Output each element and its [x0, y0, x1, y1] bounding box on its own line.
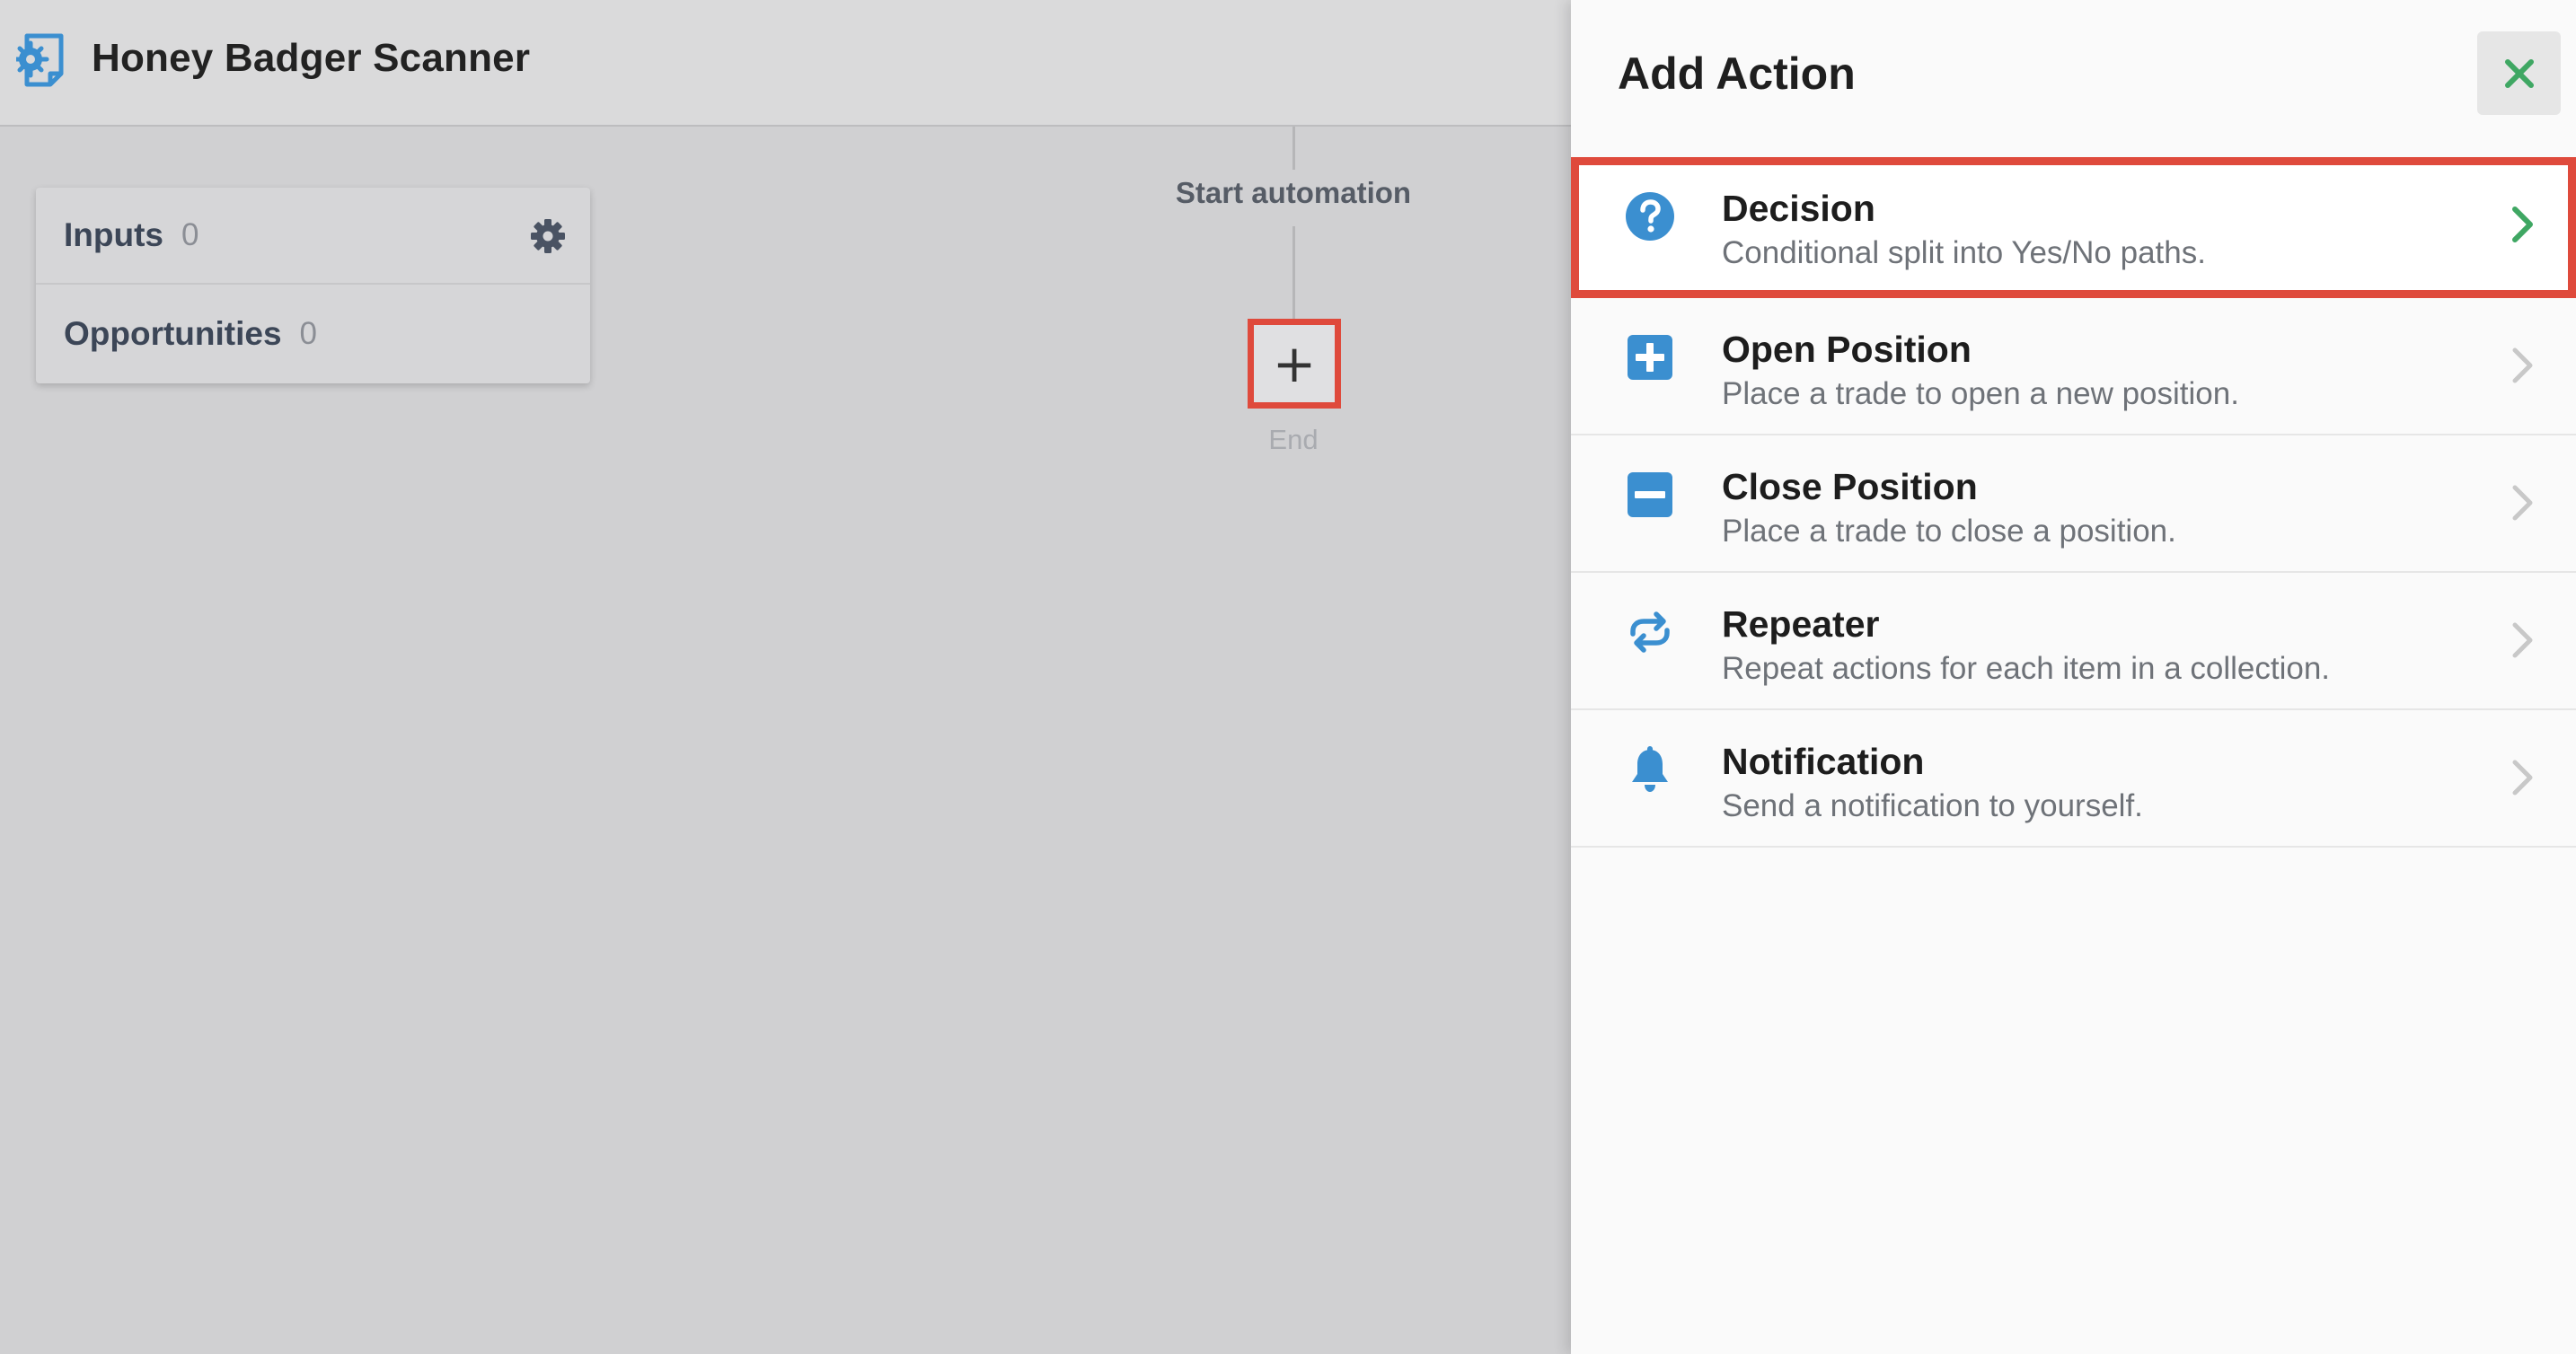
top-bar: Honey Badger Scanner [0, 0, 1571, 127]
opportunities-row[interactable]: Opportunities 0 [36, 286, 590, 382]
chevron-right-icon [2512, 760, 2533, 796]
action-item-notification[interactable]: Notification Send a notification to your… [1571, 710, 2576, 848]
action-title-repeater: Repeater [1722, 603, 1880, 645]
action-title-notification: Notification [1722, 741, 1925, 782]
chevron-right-icon [2512, 207, 2533, 242]
action-item-open-position[interactable]: Open Position Place a trade to open a ne… [1571, 298, 2576, 435]
chevron-right-icon [2512, 622, 2533, 658]
end-label: End [1268, 424, 1319, 455]
action-desc-repeater: Repeat actions for each item in a collec… [1722, 651, 2331, 686]
info-card: Inputs 0 Opportunities 0 [36, 188, 590, 383]
action-desc-close-position: Place a trade to close a position. [1722, 514, 2176, 549]
chevron-right-icon [2512, 347, 2533, 383]
minus-square-icon [1628, 472, 1672, 517]
close-icon [2504, 58, 2534, 88]
question-circle-icon [1626, 192, 1674, 241]
action-desc-open-position: Place a trade to open a new position. [1722, 376, 2239, 411]
flow-connector-middle [1292, 226, 1295, 319]
action-item-decision[interactable]: Decision Conditional split into Yes/No p… [1571, 157, 2576, 298]
action-title-close-position: Close Position [1722, 466, 1978, 507]
action-desc-notification: Send a notification to yourself. [1722, 788, 2143, 823]
repeat-icon [1630, 611, 1670, 653]
workspace-canvas: Honey Badger Scanner Inputs 0 Opportunit… [0, 0, 1571, 1354]
gear-icon[interactable] [530, 218, 566, 254]
flow-connector-top [1292, 127, 1295, 170]
close-button[interactable] [2477, 31, 2561, 115]
action-title-decision: Decision [1722, 188, 1875, 229]
start-automation-label: Start automation [1175, 176, 1412, 209]
add-action-panel: Add Action Decision Conditional split in… [1571, 0, 2576, 1354]
panel-title: Add Action [1618, 48, 1856, 99]
action-desc-decision: Conditional split into Yes/No paths. [1722, 235, 2206, 270]
opportunities-label: Opportunities [64, 315, 282, 352]
document-gear-icon [16, 33, 64, 87]
add-step-button[interactable]: + [1248, 319, 1341, 409]
plus-icon: + [1272, 333, 1317, 394]
action-item-close-position[interactable]: Close Position Place a trade to close a … [1571, 435, 2576, 573]
action-item-repeater[interactable]: Repeater Repeat actions for each item in… [1571, 573, 2576, 710]
chevron-right-icon [2512, 485, 2533, 521]
inputs-count: 0 [181, 217, 199, 252]
opportunities-count: 0 [299, 316, 318, 351]
inputs-row[interactable]: Inputs 0 [36, 188, 590, 285]
bell-icon [1632, 746, 1668, 792]
plus-square-icon [1628, 335, 1672, 380]
action-title-open-position: Open Position [1722, 329, 1972, 370]
inputs-label: Inputs [64, 216, 163, 253]
app-title: Honey Badger Scanner [92, 36, 531, 80]
